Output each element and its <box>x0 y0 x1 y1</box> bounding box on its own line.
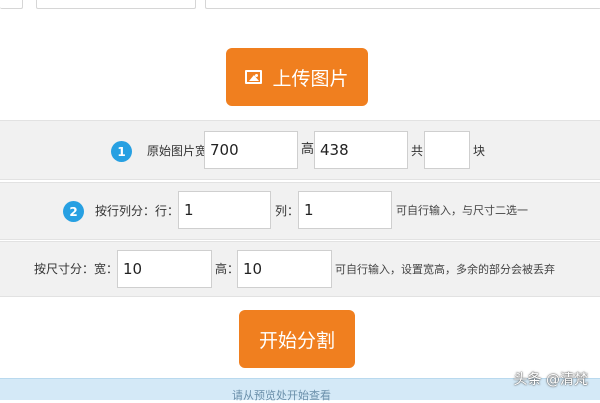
original-height-label: 高 <box>301 142 315 157</box>
top-panel-fragment <box>0 0 23 9</box>
blocks-unit-label: 块 <box>473 144 486 158</box>
tile-width-input[interactable] <box>117 250 212 288</box>
top-panel-fragment <box>205 0 600 9</box>
top-panel-fragment <box>36 0 196 9</box>
split-by-count-label: 按行列分：行： <box>95 204 180 218</box>
original-height-input[interactable] <box>314 131 408 169</box>
split-by-size-row: 按尺寸分：宽： 高： 可自行输入，设置宽高，多余的部分会被丢弃 <box>0 241 600 297</box>
step-badge-2: 2 <box>63 201 84 222</box>
tile-height-label: 高： <box>215 262 240 276</box>
upload-image-button[interactable]: 上传图片 <box>226 48 368 106</box>
start-split-button[interactable]: 开始分割 <box>239 310 355 368</box>
original-width-input[interactable] <box>204 131 298 169</box>
preview-bar-text: 请从预览处开始查看 <box>232 389 331 402</box>
original-width-label: 原始图片宽 <box>147 144 208 158</box>
start-split-label: 开始分割 <box>258 329 335 352</box>
cols-input[interactable] <box>298 191 392 229</box>
total-blocks-input[interactable] <box>424 131 470 169</box>
split-by-size-label: 按尺寸分：宽： <box>34 262 119 276</box>
cols-label: 列： <box>275 204 300 218</box>
split-by-size-hint: 可自行输入，设置宽高，多余的部分会被丢弃 <box>335 263 555 276</box>
watermark: 头条 @清梵 <box>513 372 588 388</box>
split-by-count-row: 2 按行列分：行： 列： 可自行输入，与尺寸二选一 <box>0 182 600 240</box>
split-by-count-hint: 可自行输入，与尺寸二选一 <box>396 204 528 217</box>
preview-bar: 请从预览处开始查看 <box>0 378 600 402</box>
step-badge-1: 1 <box>111 141 132 162</box>
original-size-row: 1 原始图片宽 高 共 块 <box>0 120 600 180</box>
rows-input[interactable] <box>178 191 271 229</box>
tile-height-input[interactable] <box>237 250 332 288</box>
image-icon <box>245 70 263 84</box>
top-panel-edge <box>0 0 600 14</box>
upload-button-label: 上传图片 <box>272 67 349 90</box>
total-label: 共 <box>411 144 424 158</box>
